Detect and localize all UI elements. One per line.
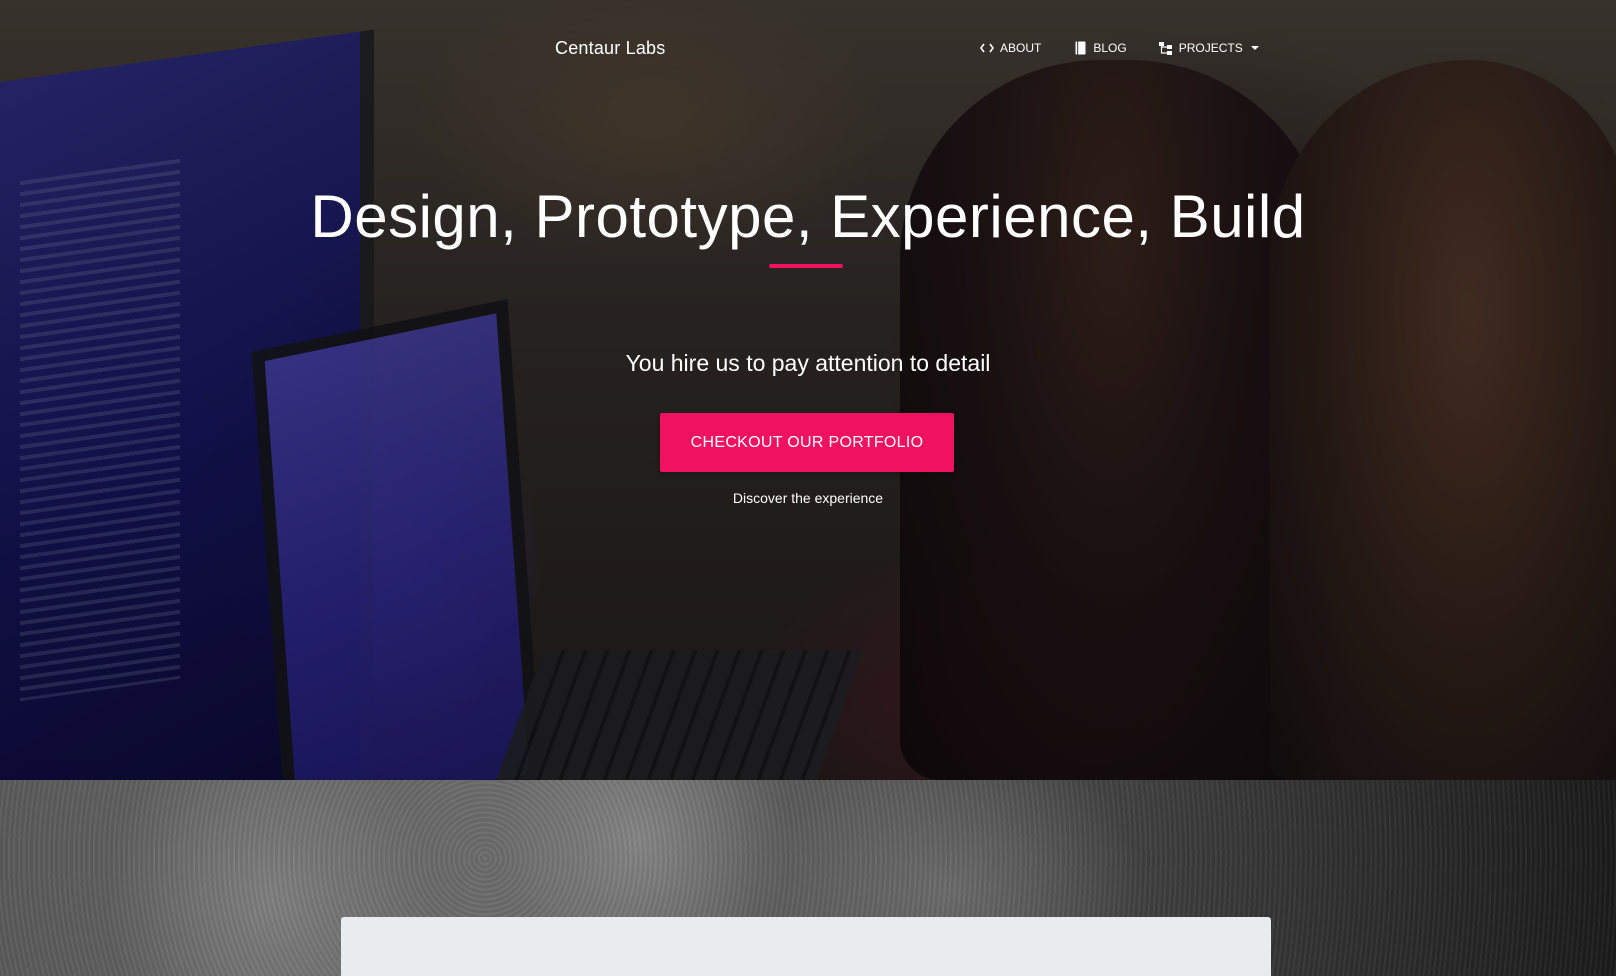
nav-item-label: ABOUT bbox=[1000, 41, 1042, 55]
nav-item-about[interactable]: ABOUT bbox=[980, 41, 1041, 55]
code-icon bbox=[980, 41, 994, 55]
nav-item-label: PROJECTS bbox=[1178, 41, 1243, 55]
discover-experience-link[interactable]: Discover the experience bbox=[0, 490, 1616, 506]
book-icon bbox=[1073, 41, 1087, 55]
brand-logo-link[interactable]: Centaur Labs bbox=[555, 38, 665, 59]
nav-item-blog[interactable]: BLOG bbox=[1073, 41, 1127, 55]
checkout-portfolio-button[interactable]: CHECKOUT OUR PORTFOLIO bbox=[660, 413, 954, 472]
sitemap-icon bbox=[1158, 41, 1173, 55]
nav-item-label: BLOG bbox=[1093, 41, 1127, 55]
page: Centaur Labs ABOUT BLOG PROJECTS Design,… bbox=[0, 0, 1616, 976]
chevron-down-icon bbox=[1250, 46, 1259, 50]
nav-item-projects[interactable]: PROJECTS bbox=[1158, 41, 1259, 55]
main-nav: ABOUT BLOG PROJECTS bbox=[980, 41, 1259, 55]
hero-overlay bbox=[0, 0, 1616, 780]
title-underline-divider bbox=[769, 264, 843, 268]
hero-subtitle: You hire us to pay attention to detail bbox=[625, 350, 991, 376]
hero-title: Design, Prototype, Experience, Build bbox=[310, 183, 1306, 250]
hero-section: Centaur Labs ABOUT BLOG PROJECTS Design,… bbox=[0, 0, 1616, 780]
content-card bbox=[341, 917, 1271, 976]
